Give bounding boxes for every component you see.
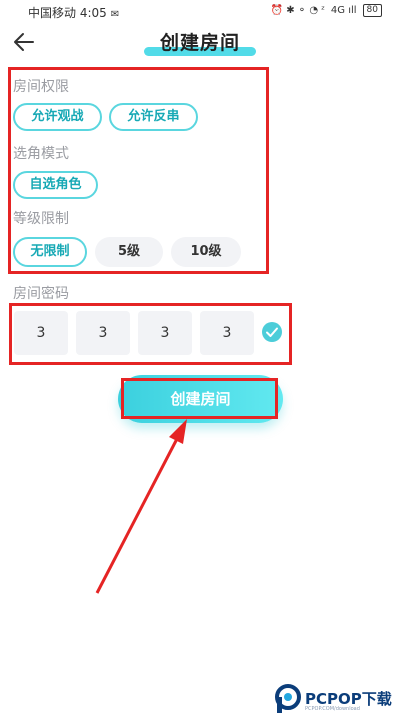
watermark-subtext: PCPOP.COM/download <box>305 706 360 712</box>
annotation-arrow <box>95 419 187 594</box>
pcpop-logo-icon <box>275 684 301 713</box>
